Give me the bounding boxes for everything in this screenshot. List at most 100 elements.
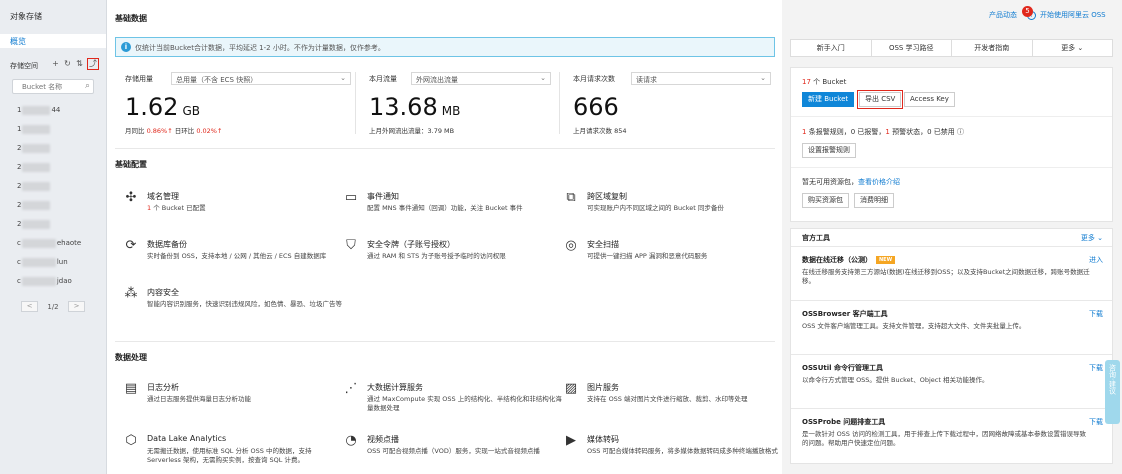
divider <box>115 341 775 342</box>
redacted-name <box>21 276 56 286</box>
bucket-list-item[interactable]: 2 <box>17 161 102 180</box>
tab-more[interactable]: 更多 ⌄ <box>1033 40 1113 56</box>
video-feature[interactable]: ◔ 视频点播 OSS 可配合视频点播（VOD）服务，实现一站式音视频点播 <box>343 433 558 469</box>
consumption-button[interactable]: 消费明细 <box>854 193 894 208</box>
redacted-name <box>22 124 51 134</box>
pricing-link[interactable]: 查看价格介绍 <box>858 178 900 186</box>
new-bucket-button[interactable]: 新建 Bucket <box>802 92 855 107</box>
access-key-button[interactable]: Access Key <box>904 92 955 107</box>
bucket-list-item[interactable]: c lun <box>17 256 102 275</box>
redacted-name <box>22 200 51 210</box>
export-csv-button[interactable]: 导出 CSV <box>856 90 904 109</box>
stat-storage: 存储用量 总用量（不含 ECS 快照） ⌄ 1.62 GB 月同比 0.86%↑ 日… <box>115 72 355 136</box>
feature-name: 日志分析 <box>147 383 179 392</box>
content-security-feature[interactable]: ⁂ 内容安全 智能内容识别服务，快速识别违规风险，如色情、暴恐、垃圾广告等 <box>123 286 343 322</box>
backup-feature[interactable]: ⟳ 数据库备份 实时备份到 OSS，支持本地 / 公网 / 其他云 / ECS 自建… <box>123 238 338 274</box>
event-feature[interactable]: ▭ 事件通知 配置 MNS 事件通知（回调）功能，关注 Bucket 事件 <box>343 190 558 226</box>
bucket-list-item[interactable]: 2 <box>17 199 102 218</box>
info-icon: i <box>121 42 131 52</box>
tool-link[interactable]: 进入 <box>1089 255 1103 265</box>
bucket-toolbar: + ↻ ⇅ ⤴ <box>51 58 99 70</box>
bucket-name-prefix: 2 <box>17 144 22 152</box>
feedback-float-button[interactable]: 咨询·建议 <box>1105 360 1120 424</box>
feature-name: 安全扫描 <box>587 240 619 249</box>
bucket-name-prefix: c <box>17 239 21 247</box>
alarm-text: 已报警， <box>855 128 886 136</box>
bucket-list-item[interactable]: 2 <box>17 142 102 161</box>
bucket-list-item[interactable]: 2 <box>17 180 102 199</box>
tab-learning-path[interactable]: OSS 学习路径 <box>872 40 952 56</box>
tool-desc: OSS 文件客户端管理工具。支持文件管理，支持超大文件、文件夹批量上传。 <box>802 322 1026 330</box>
divider <box>355 72 356 134</box>
bucket-name-prefix: c <box>17 277 21 285</box>
storage-select[interactable]: 总用量（不含 ECS 快照） ⌄ <box>171 72 351 85</box>
feature-name: 大数据计算服务 <box>367 383 423 392</box>
transcode-feature[interactable]: ▶ 媒体转码 OSS 可配合媒体转码服务，将多媒体数据转码成多种终端播放格式 <box>563 433 778 469</box>
feature-desc-text: 可实现账户内不同区域之间的 Bucket 同步备份 <box>587 204 724 212</box>
bucket-pager: < 1/2 > <box>21 301 85 312</box>
feature-desc-text: OSS 可配合媒体转码服务，将多媒体数据转码成多种终端播放格式 <box>587 447 778 455</box>
feature-desc-text: 支持在 OSS 端对图片文件进行缩放、裁剪、水印等处理 <box>587 395 748 403</box>
bucket-list-item[interactable]: 1 <box>17 123 102 142</box>
feature-desc-text: 实时备份到 OSS，支持本地 / 公网 / 其他云 / ECS 自建数据库 <box>147 252 327 260</box>
next-page-button[interactable]: > <box>68 301 85 312</box>
main-content: 基础数据 i 仅统计当前Bucket合计数据，平均延迟 1-2 小时。不作为计量… <box>107 0 782 474</box>
bucket-list-item[interactable]: 1 44 <box>17 104 102 123</box>
bucket-list-item[interactable]: c jdao <box>17 275 102 294</box>
image-feature[interactable]: ▨ 图片服务 支持在 OSS 端对图片文件进行缩放、裁剪、水印等处理 <box>563 381 778 417</box>
export-icon[interactable]: ⤴ <box>87 58 99 70</box>
set-alarm-button[interactable]: 设置报警规则 <box>802 143 856 158</box>
feature-name: 视频点播 <box>367 435 399 444</box>
tab-dev-guide[interactable]: 开发者指南 <box>952 40 1033 56</box>
domain-feature[interactable]: ✣ 域名管理 1 个 Bucket 已配置 <box>123 190 338 226</box>
stat-sub: 月同比 0.86%↑ 日环比 0.02%↑ <box>125 125 222 135</box>
question-icon[interactable]: ⓘ <box>957 128 964 136</box>
traffic-select[interactable]: 外网流出流量 ⌄ <box>411 72 551 85</box>
request-select[interactable]: 读请求 ⌄ <box>631 72 771 85</box>
log-feature[interactable]: ▤ 日志分析 通过日志服务提供海量日志分析功能 <box>123 381 338 417</box>
prev-page-button[interactable]: < <box>21 301 38 312</box>
bucket-section-label: 存储空间 <box>10 62 38 70</box>
getting-started-link[interactable]: 开始使用阿里云 OSS <box>1040 10 1106 20</box>
feature-desc: 可提供一键扫描 APP 漏洞和恶意代码服务 <box>587 252 782 261</box>
tool-link[interactable]: 下载 <box>1089 363 1103 373</box>
sidebar-item-label: 概览 <box>10 37 26 46</box>
feature-desc: 支持在 OSS 端对图片文件进行缩放、裁剪、水印等处理 <box>587 395 782 404</box>
tool-link[interactable]: 下载 <box>1089 309 1103 319</box>
replication-feature[interactable]: ⧉ 跨区域复制 可实现账户内不同区域之间的 Bucket 同步备份 <box>563 190 778 226</box>
bucket-card: 17 个 Bucket 新建 Bucket 导出 CSV Access Key … <box>790 67 1113 222</box>
scan-feature[interactable]: ◎ 安全扫描 可提供一键扫描 APP 漏洞和恶意代码服务 <box>563 238 778 274</box>
stat-value: 666 <box>573 93 619 121</box>
more-label: 更多 <box>1080 234 1095 242</box>
redacted-name <box>21 257 56 267</box>
dod-value: 0.02%↑ <box>196 127 223 135</box>
feature-desc: 通过日志服务提供海量日志分析功能 <box>147 395 342 404</box>
bucket-list-item[interactable]: 2 <box>17 218 102 237</box>
compute-feature[interactable]: ⋰ 大数据计算服务 通过 MaxCompute 实现 OSS 上的结构化、半结构化和… <box>343 381 562 417</box>
product-news-link[interactable]: 产品动态 <box>989 10 1017 20</box>
search-icon[interactable]: ⌕ <box>85 81 90 91</box>
datalake-feature[interactable]: ⬡ Data Lake Analytics 无需搬迁数据，使用标准 SQL 分析 O… <box>123 433 338 469</box>
tools-more-link[interactable]: 更多 ⌄ <box>1081 233 1103 243</box>
feature-name: 跨区域复制 <box>587 192 627 201</box>
token-feature[interactable]: ⛉ 安全令牌（子账号授权） 通过 RAM 和 STS 为子账号授予临时的访问权限 <box>343 238 558 274</box>
bucket-search-input[interactable] <box>13 80 75 93</box>
feature-desc: OSS 可配合媒体转码服务，将多媒体数据转码成多种终端播放格式 <box>587 447 782 456</box>
refresh-icon[interactable]: ↻ <box>63 59 72 69</box>
stat-label: 本月请求次数 <box>573 75 615 83</box>
buy-package-button[interactable]: 购买资源包 <box>802 193 849 208</box>
sidebar-item-overview[interactable]: 概览 <box>0 34 106 48</box>
redacted-name <box>22 181 51 191</box>
stat-number: 666 <box>573 93 619 121</box>
divider <box>791 116 1112 117</box>
bucket-list-item[interactable]: c ehaote <box>17 237 102 256</box>
sort-icon[interactable]: ⇅ <box>75 59 84 69</box>
tab-beginner[interactable]: 新手入门 <box>791 40 872 56</box>
add-icon[interactable]: + <box>51 59 60 69</box>
bucket-name-suffix: ehaote <box>56 239 82 247</box>
stat-number: 1.62 <box>125 93 179 121</box>
guide-tabs: 新手入门 OSS 学习路径 开发者指南 更多 ⌄ <box>790 39 1113 57</box>
tool-link[interactable]: 下载 <box>1089 417 1103 427</box>
backup-icon: ⟳ <box>125 238 137 253</box>
event-icon: ▭ <box>344 190 358 205</box>
